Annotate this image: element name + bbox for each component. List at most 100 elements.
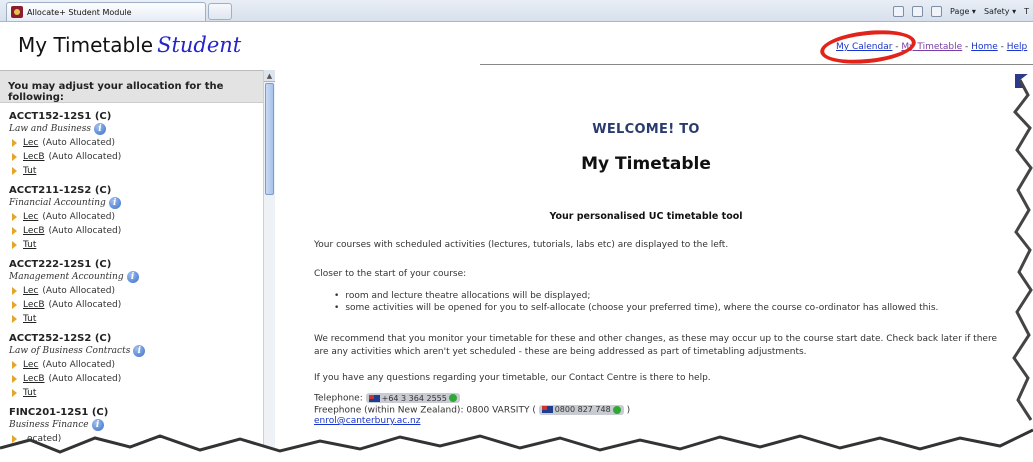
arrow-icon [12,315,17,323]
print-icon[interactable] [931,5,943,17]
arrow-icon [12,287,17,295]
course-name: Law of Business Contracts [9,346,131,356]
mail-icon[interactable] [912,5,924,17]
freephone-label: Freephone (within New Zealand): 0800 VAR… [314,405,536,415]
activity-link[interactable]: Tut [23,240,36,250]
course-name: Management Accounting [9,272,124,282]
arrow-icon [12,301,17,309]
activity-link[interactable]: LecB [23,152,45,162]
arrow-icon [12,375,17,383]
course-code: ACCT211-12S2 (C) [9,185,112,196]
sidebar-scrollbar[interactable]: ▲ [263,70,275,462]
feeds-icon[interactable] [893,5,905,17]
nz-flag-icon [368,394,380,402]
app-subtitle: Student [157,33,242,57]
info-icon[interactable]: i [133,345,146,357]
arrow-icon [12,241,17,249]
course-item: ACCT252-12S2 (C) Law of Business Contrac… [0,325,263,399]
activity-link[interactable]: Lec [23,360,38,370]
telephone-number[interactable]: +64 3 364 2555 [365,393,460,403]
welcome-panel: WELCOME! TO My Timetable Your personalis… [276,70,1033,462]
tagline: Your personalised UC timetable tool [549,211,743,222]
browser-tab-title: Allocate+ Student Module [27,7,132,17]
nav-home[interactable]: Home [971,42,998,52]
tools-menu[interactable]: T [1024,7,1029,16]
course-sidebar: You may adjust your allocation for the f… [0,70,263,462]
activity-link[interactable]: LecB [23,226,45,236]
course-code: ACCT152-12S1 (C) [9,111,112,122]
call-icon[interactable] [448,394,457,402]
course-name: Business Finance [9,420,89,430]
activity-item: LecB (Auto Allocated) [9,299,263,311]
scroll-up-arrow-icon[interactable]: ▲ [264,70,275,82]
arrow-icon [12,361,17,369]
info-icon[interactable]: i [91,419,104,431]
activity-item: Lec (Auto Allocated) [9,359,263,371]
arrow-icon [12,435,17,443]
course-name: Law and Business [9,124,91,134]
arrow-icon [12,389,17,397]
scrollbar-thumb[interactable] [265,83,274,195]
header-divider [480,64,1033,65]
intro-paragraph: Your courses with scheduled activities (… [314,240,729,250]
activity-item: Tut [9,165,263,177]
activity-item: Lec (Auto Allocated) [9,285,263,297]
course-name: Financial Accounting [9,198,106,208]
course-code: ACCT252-12S2 (C) [9,333,112,344]
app-brand: My Timetable Student [18,33,241,57]
new-tab-button[interactable] [208,3,232,20]
telephone-label: Telephone: [314,393,363,404]
activity-item: Tut [9,313,263,325]
list-item: room and lecture theatre allocations wil… [334,290,1024,302]
app-name: My Timetable [18,33,154,57]
activity-item: LecB (Auto Allocated) [9,225,263,237]
call-icon[interactable] [612,405,621,414]
activity-item: Tut [9,239,263,251]
monitor-paragraph: We recommend that you monitor your timet… [314,334,997,357]
university-crest-icon [11,6,23,18]
activity-item: Lec (Auto Allocated) [9,211,263,223]
arrow-icon [12,139,17,147]
activity-link[interactable]: Lec [23,212,38,222]
arrow-icon [12,227,17,235]
freephone-number[interactable]: 0800 827 748 [538,404,624,415]
browser-toolbar: Allocate+ Student Module Page ▾ Safety ▾… [0,0,1033,22]
activity-link[interactable]: Lec [23,138,38,148]
browser-tab[interactable]: Allocate+ Student Module [6,2,206,21]
course-start-list: room and lecture theatre allocations wil… [334,290,1024,314]
contact-paragraph: If you have any questions regarding your… [314,373,711,383]
welcome-title: My Timetable [581,154,711,174]
activity-link[interactable]: Tut [23,314,36,324]
activity-item: Tut [9,387,263,399]
activity-item: Lec (Auto Allocated) [9,137,263,149]
course-code: ACCT222-12S1 (C) [9,259,112,270]
activity-link[interactable]: LecB [23,374,45,384]
arrow-icon [12,153,17,161]
email-link[interactable]: enrol@canterbury.ac.nz [314,416,420,426]
nz-flag-icon [541,406,553,413]
info-icon[interactable]: i [126,271,139,283]
activity-link[interactable]: Tut [23,166,36,176]
activity-link[interactable]: Lec [23,286,38,296]
arrow-icon [12,213,17,221]
browser-command-bar: Page ▾ Safety ▾ T [893,3,1029,19]
nav-help[interactable]: Help [1007,42,1028,52]
course-item: ACCT211-12S2 (C) Financial Accounting i L… [0,177,263,251]
list-item: some activities will be opened for you t… [334,302,1024,314]
activity-item: ocated) [9,433,263,445]
course-item: ACCT222-12S1 (C) Management Accounting i … [0,251,263,325]
page-menu[interactable]: Page ▾ [950,7,976,16]
arrow-icon [12,167,17,175]
contact-details: Telephone: +64 3 364 2555 Freephone (wit… [314,393,631,426]
welcome-heading: WELCOME! TO [592,122,700,137]
course-item: ACCT152-12S1 (C) Law and Business i Lec (A… [0,103,263,177]
course-item: FINC201-12S1 (C) Business Finance i ocate… [0,399,263,445]
safety-menu[interactable]: Safety ▾ [984,7,1016,16]
activity-item: LecB (Auto Allocated) [9,151,263,163]
activity-link[interactable]: Tut [23,388,36,398]
sidebar-banner: You may adjust your allocation for the f… [0,71,263,103]
activity-link[interactable]: LecB [23,300,45,310]
activity-item: LecB (Auto Allocated) [9,373,263,385]
info-icon[interactable]: i [93,123,106,135]
info-icon[interactable]: i [108,197,121,209]
